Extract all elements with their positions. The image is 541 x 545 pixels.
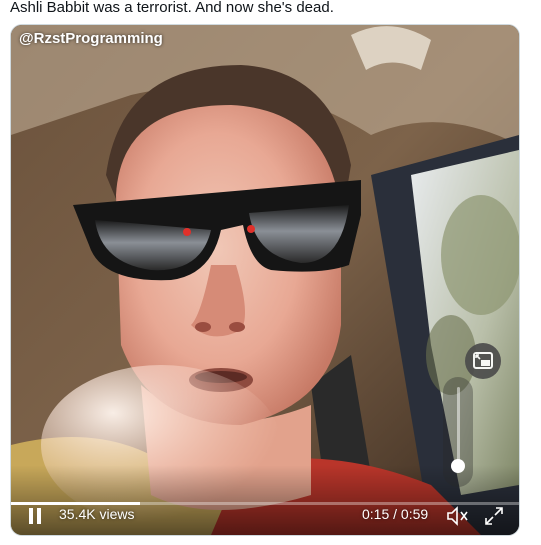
mute-button[interactable] (443, 503, 471, 529)
speaker-muted-icon (447, 506, 468, 526)
volume-knob[interactable] (451, 459, 465, 474)
pip-button[interactable] (465, 343, 501, 379)
fullscreen-button[interactable] (481, 503, 507, 529)
video-time: 0:15 / 0:59 (362, 506, 429, 522)
pause-button[interactable] (23, 503, 47, 529)
fullscreen-icon (485, 507, 503, 525)
picture-in-picture-icon (473, 352, 493, 369)
tweet-page: Ashli Babbit was a terrorist. And now sh… (0, 0, 541, 545)
view-count: 35.4K views (59, 506, 135, 522)
video-player[interactable]: @RzstProgramming 35.4K views 0:15 / 0:59 (10, 24, 520, 536)
tweet-text: Ashli Babbit was a terrorist. And now sh… (10, 0, 334, 16)
volume-slider[interactable] (443, 377, 473, 487)
pause-icon (29, 508, 41, 524)
video-watermark: @RzstProgramming (19, 30, 163, 47)
